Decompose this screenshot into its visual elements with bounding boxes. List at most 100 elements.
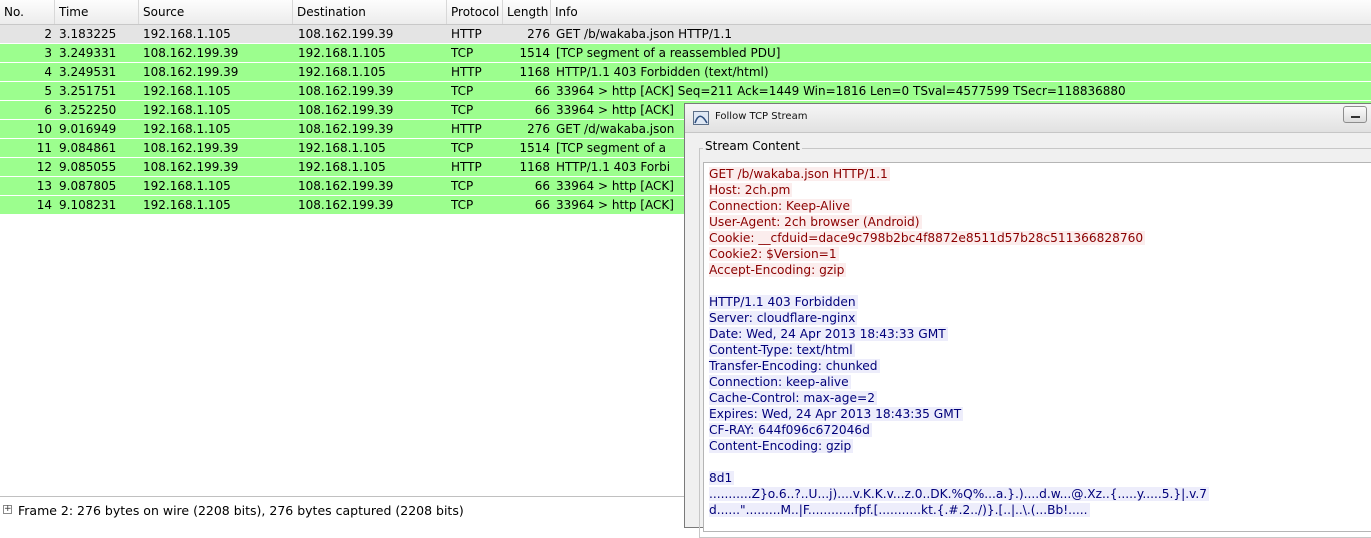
stream-content-text[interactable]: GET /b/wakaba.json HTTP/1.1 Host: 2ch.pm C…	[703, 162, 1371, 532]
packet-destination-cell: 108.162.199.39	[298, 122, 394, 136]
packet-no-cell: 3	[44, 46, 52, 60]
response-line: Date: Wed, 24 Apr 2013 18:43:33 GMT	[709, 326, 1209, 342]
packet-source-cell: 192.168.1.105	[143, 27, 231, 41]
col-time-header[interactable]: Time	[55, 0, 139, 24]
response-line-text: Date: Wed, 24 Apr 2013 18:43:33 GMT	[709, 327, 948, 341]
request-line-text: GET /b/wakaba.json HTTP/1.1	[709, 167, 890, 181]
packet-row[interactable]: 5 3.251751 192.168.1.105 108.162.199.39 TCP 6…	[0, 82, 1371, 101]
request-line-text: Accept-Encoding: gzip	[709, 263, 847, 277]
packet-destination-cell: 108.162.199.39	[298, 84, 394, 98]
response-line-text: CF-RAY: 644f096c672046d	[709, 423, 872, 437]
col-protocol-header[interactable]: Protocol	[447, 0, 503, 24]
packet-length-cell: 276	[527, 122, 550, 136]
packet-time-cell: 9.087805	[59, 179, 117, 193]
response-line: CF-RAY: 644f096c672046d	[709, 422, 1209, 438]
col-no-header[interactable]: No.	[0, 0, 55, 24]
body-line: 8d1	[709, 470, 1209, 486]
packet-source-cell: 192.168.1.105	[143, 103, 231, 117]
response-line-text: Cache-Control: max-age=2	[709, 391, 877, 405]
packet-length-cell: 1168	[519, 160, 550, 174]
expand-icon[interactable]: +	[3, 505, 12, 514]
packet-source-cell: 108.162.199.39	[143, 160, 239, 174]
minimize-button[interactable]	[1343, 106, 1367, 123]
packet-destination-cell: 192.168.1.105	[298, 46, 386, 60]
body-line: ...........Z}o.6..?..U...j)....v.K.K.v..…	[709, 486, 1209, 502]
packet-destination-cell: 192.168.1.105	[298, 141, 386, 155]
packet-source-cell: 108.162.199.39	[143, 65, 239, 79]
packet-time-cell: 3.251751	[59, 84, 117, 98]
request-line-text: Cookie: __cfduid=dace9c798b2bc4f8872e851…	[709, 231, 1146, 245]
request-line: GET /b/wakaba.json HTTP/1.1	[709, 166, 1209, 182]
packet-length-cell: 66	[534, 198, 550, 212]
packet-info-cell: HTTP/1.1 403 Forbidden (text/html)	[556, 65, 769, 79]
packet-destination-cell: 108.162.199.39	[298, 198, 394, 212]
request-line: Accept-Encoding: gzip	[709, 262, 1209, 278]
packet-destination-cell: 108.162.199.39	[298, 179, 394, 193]
packet-source-cell: 192.168.1.105	[143, 179, 231, 193]
frame-summary[interactable]: Frame 2: 276 bytes on wire (2208 bits), …	[18, 503, 464, 518]
col-info-header[interactable]: Info	[551, 0, 1371, 24]
packet-row[interactable]: 2 3.183225 192.168.1.105 108.162.199.39 HTTP…	[0, 25, 1371, 44]
packet-protocol-cell: HTTP	[451, 160, 482, 174]
packet-length-cell: 66	[534, 103, 550, 117]
wireshark-fin-icon	[693, 111, 709, 125]
response-line-text: HTTP/1.1 403 Forbidden	[709, 295, 858, 309]
col-destination-header[interactable]: Destination	[293, 0, 447, 24]
packet-no-cell: 14	[36, 198, 52, 212]
packet-length-cell: 276	[527, 27, 550, 41]
request-line-text: User-Agent: 2ch browser (Android)	[709, 215, 922, 229]
response-line: Transfer-Encoding: chunked	[709, 358, 1209, 374]
packet-no-cell: 12	[36, 160, 52, 174]
packet-time-cell: 3.183225	[59, 27, 117, 41]
packet-protocol-cell: TCP	[451, 46, 474, 60]
col-source-header[interactable]: Source	[139, 0, 293, 24]
packet-protocol-cell: TCP	[451, 179, 474, 193]
request-line: Connection: Keep-Alive	[709, 198, 1209, 214]
response-line-text: Content-Encoding: gzip	[709, 439, 854, 453]
packet-time-cell: 3.249331	[59, 46, 117, 60]
packet-no-cell: 10	[36, 122, 52, 136]
packet-length-cell: 66	[534, 84, 550, 98]
packet-info-cell: GET /b/wakaba.json HTTP/1.1	[556, 27, 732, 41]
follow-tcp-stream-window: Follow TCP Stream Stream Content GET /b/…	[684, 103, 1371, 538]
packet-row[interactable]: 4 3.249531 108.162.199.39 192.168.1.105 HTTP…	[0, 63, 1371, 82]
request-line: Cookie: __cfduid=dace9c798b2bc4f8872e851…	[709, 230, 1209, 246]
body-line-text: d......".........M..|F............fpf.[.…	[709, 503, 1090, 517]
request-line-text: Connection: Keep-Alive	[709, 199, 853, 213]
packet-source-cell: 108.162.199.39	[143, 141, 239, 155]
response-line: Expires: Wed, 24 Apr 2013 18:43:35 GMT	[709, 406, 1209, 422]
request-line-text: Cookie2: $Version=1	[709, 247, 839, 261]
window-title: Follow TCP Stream	[715, 111, 808, 122]
request-line-text: Host: 2ch.pm	[709, 183, 793, 197]
response-line: Connection: keep-alive	[709, 374, 1209, 390]
response-line: Server: cloudflare-nginx	[709, 310, 1209, 326]
response-line-text: Expires: Wed, 24 Apr 2013 18:43:35 GMT	[709, 407, 964, 421]
packet-destination-cell: 192.168.1.105	[298, 65, 386, 79]
response-line-text: Content-Type: text/html	[709, 343, 855, 357]
packet-row[interactable]: 3 3.249331 108.162.199.39 192.168.1.105 TCP 1…	[0, 44, 1371, 63]
packet-no-cell: 2	[44, 27, 52, 41]
col-length-header[interactable]: Length	[503, 0, 551, 24]
window-titlebar[interactable]: Follow TCP Stream	[685, 104, 1371, 133]
request-line: Cookie2: $Version=1	[709, 246, 1209, 262]
packet-time-cell: 9.108231	[59, 198, 117, 212]
packet-protocol-cell: HTTP	[451, 122, 482, 136]
packet-source-cell: 192.168.1.105	[143, 122, 231, 136]
response-line: Content-Type: text/html	[709, 342, 1209, 358]
packet-protocol-cell: TCP	[451, 103, 474, 117]
packet-destination-cell: 192.168.1.105	[298, 160, 386, 174]
packet-no-cell: 13	[36, 179, 52, 193]
packet-time-cell: 9.016949	[59, 122, 117, 136]
packet-info-cell: 33964 > http [ACK] Seq=211 Ack=1449 Win=…	[556, 84, 1126, 98]
packet-info-cell: [TCP segment of a reassembled PDU]	[556, 46, 781, 60]
stream-content-label: Stream Content	[703, 139, 802, 153]
packet-list-header: No. Time Source Destination Protocol Len…	[0, 0, 1371, 25]
response-line: Cache-Control: max-age=2	[709, 390, 1209, 406]
packet-time-cell: 9.085055	[59, 160, 117, 174]
packet-protocol-cell: HTTP	[451, 65, 482, 79]
packet-source-cell: 192.168.1.105	[143, 84, 231, 98]
response-line-text: Server: cloudflare-nginx	[709, 311, 858, 325]
packet-destination-cell: 108.162.199.39	[298, 103, 394, 117]
packet-length-cell: 66	[534, 179, 550, 193]
